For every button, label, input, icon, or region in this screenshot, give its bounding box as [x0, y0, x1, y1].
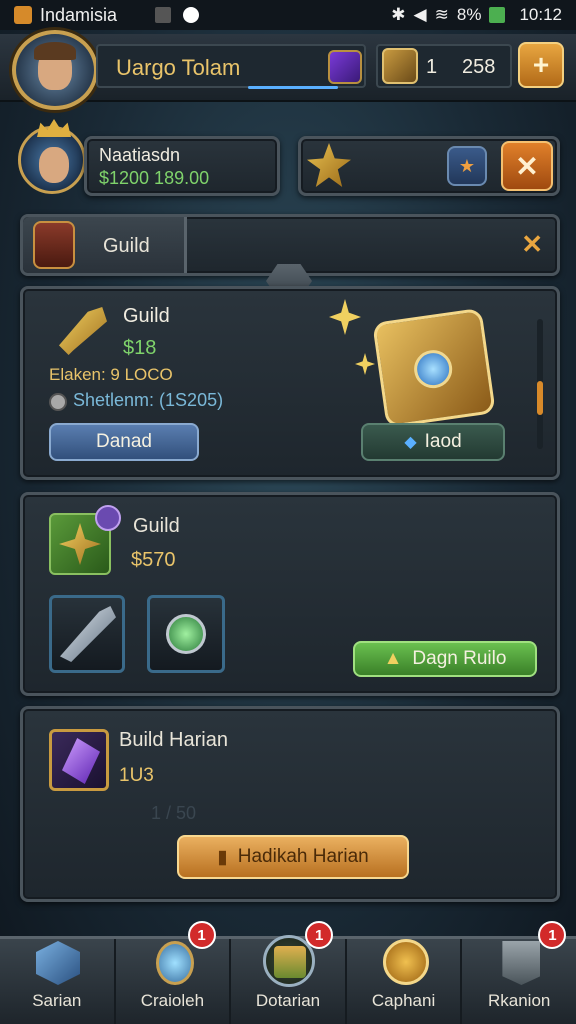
guild-tab[interactable]: Guild	[23, 217, 187, 273]
bottom-nav: Sarian Craioleh 1 Dotarian 1 Caphani Rka…	[0, 921, 576, 1024]
wifi-icon: ≋	[434, 5, 449, 24]
shield-icon	[49, 393, 67, 411]
guild-card-title: Guild	[123, 305, 170, 327]
emblem-badge-icon	[95, 505, 121, 531]
currency-icon	[382, 48, 418, 84]
nav-item-caphani[interactable]: Caphani	[347, 939, 463, 1024]
nav-label-dotarian: Dotarian	[255, 991, 321, 1010]
nav-item-craioleh[interactable]: Craioleh 1	[116, 921, 232, 1024]
dagn-ruilo-icon: ▲	[383, 648, 403, 669]
crystal-icon	[49, 729, 109, 791]
battery-icon	[489, 7, 506, 23]
iaod-gem-icon: ◆	[404, 434, 417, 451]
battery-percent: 8%	[456, 5, 482, 24]
sword-item-icon	[60, 606, 116, 662]
nav-label-caphani: Caphani	[371, 991, 436, 1010]
guild-card-line1: Elaken: 9 LOCO	[49, 365, 173, 384]
rank-banner-icon	[502, 941, 541, 985]
guild-card-amount: $18	[123, 337, 157, 359]
sparkle-small-icon	[355, 353, 375, 375]
profile-gold: $1200 189.00	[99, 168, 210, 188]
sword-item-slot[interactable]	[49, 595, 125, 673]
star-emblem-icon	[307, 143, 351, 187]
reward-star-button[interactable]: ★	[447, 146, 487, 186]
player-name-plate: Uargo Tolam	[96, 44, 366, 89]
danad-button[interactable]: Danad	[49, 423, 199, 461]
currency-box: 1 258	[376, 44, 512, 88]
daily-title: Build Harian	[119, 729, 228, 751]
gold-medal-icon	[382, 939, 429, 985]
status-time: 10:12	[519, 5, 562, 24]
scrollbar-thumb[interactable]	[537, 381, 543, 415]
craioleh-badge: 1	[187, 921, 216, 949]
craioleh-badge-count: 1	[197, 926, 206, 944]
chest-body-icon	[274, 946, 307, 978]
tome-gem-icon	[411, 347, 455, 391]
profile-name: Naatiasdn	[99, 145, 181, 165]
iaod-button[interactable]: ◆ Iaod	[361, 423, 505, 461]
profile-avatar[interactable]	[18, 119, 86, 194]
sword-icon	[59, 307, 107, 355]
app-icon	[14, 6, 32, 24]
guild-tab-label: Guild	[103, 235, 150, 257]
close-icon[interactable]: ✕	[501, 141, 553, 191]
emblem-star-icon	[59, 523, 101, 565]
iaod-button-label: Iaod	[424, 431, 462, 452]
hadikah-label: Hadikah Harian	[237, 846, 369, 867]
status-bar: Indamisia ✱ ◀ ≋ 8% 10:12	[0, 0, 576, 30]
guild-helmet-icon	[33, 221, 75, 269]
rkanion-badge-count: 1	[548, 926, 557, 944]
nav-label-craioleh: Craioleh	[140, 991, 205, 1010]
dagn-ruilo-label: Dagn Ruilo	[412, 648, 507, 669]
hadikah-icon: ▮	[217, 846, 228, 868]
currency-count: 1	[426, 56, 438, 78]
guild-tab-close-icon[interactable]: ✕	[521, 229, 543, 260]
add-currency-button[interactable]: +	[518, 42, 564, 88]
hadikah-harian-button[interactable]: ▮ Hadikah Harian	[177, 835, 409, 879]
nav-label-rkanion: Rkanion	[487, 991, 551, 1010]
guild-card: Guild $18 Elaken: 9 LOCO Shetlenm: (1S20…	[20, 286, 560, 480]
profile-panel: Naatiasdn $1200 189.00	[84, 136, 280, 196]
daily-amount: 1U3	[119, 765, 154, 786]
status-app-name: Indamisia	[40, 4, 118, 25]
daily-build-card: Build Harian 1U3 1 / 50 ▮ Hadikah Harian	[20, 706, 560, 902]
mace-item-slot[interactable]	[147, 595, 225, 673]
dotarian-badge: 1	[305, 921, 334, 949]
profile-face	[39, 147, 69, 183]
gem-icon[interactable]	[328, 50, 362, 84]
nav-item-rkanion[interactable]: Rkanion 1	[462, 921, 576, 1024]
notification-icon	[183, 7, 200, 23]
danad-button-label: Danad	[96, 431, 152, 452]
daily-progress-text: 1 / 50	[151, 803, 197, 823]
treasure-tome-icon	[372, 307, 496, 429]
rkanion-badge: 1	[538, 921, 567, 949]
name-plate-glow	[248, 86, 338, 89]
avatar-hair	[34, 42, 76, 60]
profile-crown-icon	[37, 119, 71, 137]
currency-value: 258	[462, 56, 496, 78]
mute-icon: ◀	[413, 5, 427, 24]
cube-icon	[36, 941, 80, 985]
dotarian-badge-count: 1	[315, 926, 324, 944]
player-name: Uargo Tolam	[116, 55, 241, 80]
guild-reward-amount: $570	[131, 549, 176, 571]
mace-item-icon	[166, 614, 206, 654]
guild-reward-card: Guild $570 ▲ Dagn Ruilo	[20, 492, 560, 696]
dagn-ruilo-button[interactable]: ▲ Dagn Ruilo	[353, 641, 537, 677]
sparkle-icon	[329, 299, 361, 335]
reward-panel: ★ ✕	[298, 136, 560, 196]
player-avatar[interactable]	[12, 30, 98, 110]
nav-item-sarian[interactable]: Sarian	[0, 939, 116, 1024]
guild-card-line2: Shetlenm: (1S205)	[73, 390, 224, 410]
guild-card-scrollbar[interactable]	[537, 319, 543, 449]
nav-item-dotarian[interactable]: Dotarian 1	[231, 921, 347, 1024]
add-label: +	[532, 49, 550, 80]
guild-reward-title: Guild	[133, 515, 180, 537]
bluetooth-icon: ✱	[391, 5, 406, 24]
nav-label-sarian: Sarian	[32, 991, 82, 1010]
crystal-shard-icon	[62, 738, 100, 784]
hammer-icon	[155, 941, 194, 985]
gallery-icon	[155, 7, 172, 23]
